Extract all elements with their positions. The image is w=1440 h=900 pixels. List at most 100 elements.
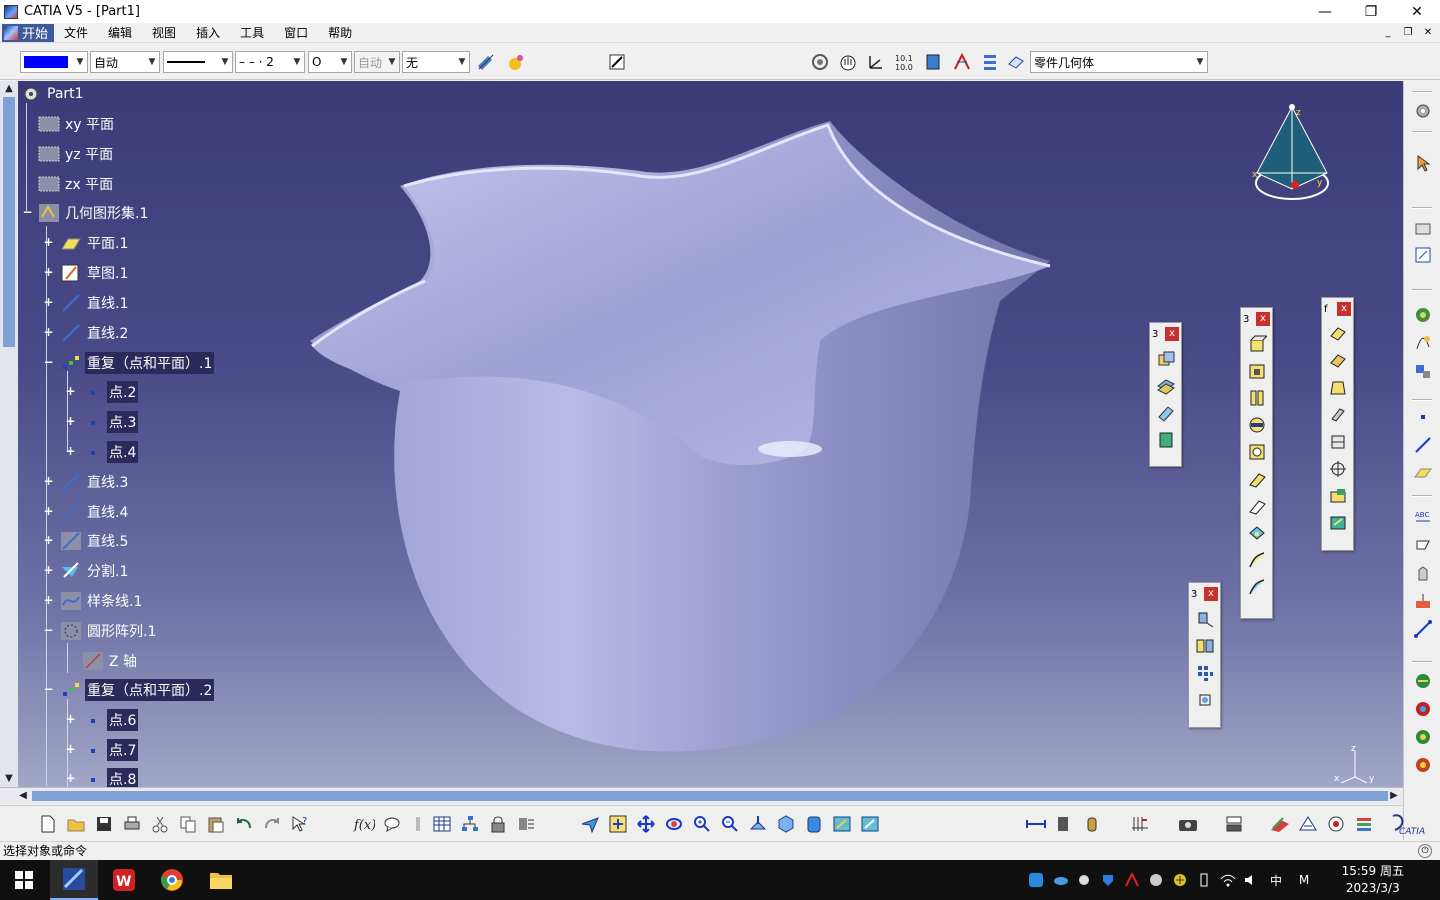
tree-item[interactable]: + 直线.5	[43, 530, 130, 552]
tray-app-icon[interactable]	[1027, 872, 1045, 888]
measure-inertia-icon[interactable]	[1080, 812, 1104, 836]
tree-item[interactable]: Z 轴	[82, 650, 139, 672]
slot-icon[interactable]	[1244, 493, 1270, 519]
knowledge-icon[interactable]	[1410, 303, 1436, 327]
start-menu[interactable]: 开始	[2, 23, 55, 42]
tree-item[interactable]: − 圆形阵列.1	[43, 620, 158, 642]
tree-item[interactable]: yz 平面	[38, 143, 115, 165]
expand-icon[interactable]: +	[43, 296, 54, 308]
rib-icon[interactable]	[1244, 466, 1270, 492]
expand-icon[interactable]: +	[43, 236, 54, 248]
menu-view[interactable]: 视图	[142, 24, 186, 41]
onedrive-icon[interactable]	[1051, 872, 1069, 888]
tree-item[interactable]: − 重复（点和平面）.2	[43, 679, 215, 701]
plane-tool-icon[interactable]	[1410, 461, 1436, 485]
fly-mode-icon[interactable]	[808, 50, 832, 74]
new-document-icon[interactable]	[36, 812, 60, 836]
comment-icon[interactable]	[380, 812, 404, 836]
taskbar-chrome-app[interactable]	[148, 860, 196, 900]
collapse-icon[interactable]: −	[43, 624, 54, 636]
thread-icon[interactable]	[1325, 456, 1351, 482]
normal-view-icon[interactable]	[746, 812, 770, 836]
tree-item[interactable]: − 重复（点和平面）.1	[43, 352, 215, 374]
wifi-icon[interactable]	[1219, 872, 1237, 888]
tree-vertical-scrollbar[interactable]: ▲ ▼	[0, 81, 18, 787]
annotation-icon[interactable]: ABC	[1410, 505, 1436, 529]
menu-insert[interactable]: 插入	[186, 24, 230, 41]
body-select[interactable]: 零件几何体 ▼	[1030, 51, 1208, 73]
paste-icon[interactable]	[204, 812, 228, 836]
surface-fill-icon[interactable]	[1153, 427, 1179, 453]
hole-icon[interactable]	[1244, 439, 1270, 465]
tree-item[interactable]: + 直线.1	[43, 292, 130, 314]
catalog-browser-icon[interactable]	[1222, 812, 1246, 836]
tree-item[interactable]: + 直线.2	[43, 322, 130, 344]
tree-item[interactable]: + 点.7	[65, 739, 139, 761]
law-icon[interactable]	[1410, 359, 1436, 383]
taskbar-wps-app[interactable]: W	[100, 860, 148, 900]
expand-icon[interactable]: +	[65, 772, 76, 784]
menu-help[interactable]: 帮助	[318, 24, 362, 41]
save-icon[interactable]	[92, 812, 116, 836]
expand-icon[interactable]: +	[43, 505, 54, 517]
scroll-right-arrow-icon[interactable]: ▶	[1387, 789, 1401, 803]
expand-icon[interactable]: +	[43, 594, 54, 606]
scene-icon[interactable]	[1296, 812, 1320, 836]
list-icon[interactable]	[978, 50, 1002, 74]
groove-icon[interactable]	[1244, 412, 1270, 438]
expand-icon[interactable]: +	[43, 564, 54, 576]
tree-item[interactable]: + 点.3	[65, 411, 139, 433]
copy-icon[interactable]	[176, 812, 200, 836]
translate-icon[interactable]	[1192, 606, 1218, 632]
analysis-wall-icon[interactable]	[1410, 753, 1436, 777]
expand-icon[interactable]: +	[65, 385, 76, 397]
transparency-select[interactable]: 自动 ▼	[90, 51, 160, 73]
flag-note-icon[interactable]	[1410, 533, 1436, 557]
tree-item[interactable]: + 点.8	[65, 768, 139, 787]
measure-between-tool-icon[interactable]	[1024, 812, 1048, 836]
sketcher-icon[interactable]	[606, 50, 630, 74]
doc-close-button[interactable]: ✕	[1420, 25, 1436, 39]
tree-item[interactable]: + 直线.3	[43, 471, 130, 493]
pocket-icon[interactable]	[1244, 358, 1270, 384]
constraint-icon[interactable]	[950, 50, 974, 74]
layer-select[interactable]: 无 ▼	[402, 51, 470, 73]
surface-extrude-icon[interactable]	[1153, 346, 1179, 372]
linetype-select[interactable]: ▼	[163, 51, 233, 73]
shading-icon[interactable]	[802, 812, 826, 836]
menu-file[interactable]: 文件	[54, 24, 98, 41]
replace-face-icon[interactable]	[1325, 510, 1351, 536]
rotate-icon[interactable]	[662, 812, 686, 836]
point-tool-icon[interactable]	[1410, 405, 1436, 429]
expand-icon[interactable]: +	[65, 713, 76, 725]
graphic-properties-icon[interactable]	[504, 50, 528, 74]
tree-item[interactable]: + 点.6	[65, 709, 139, 731]
apply-material-tool-icon[interactable]	[1268, 812, 1292, 836]
doc-minimize-button[interactable]: _	[1380, 25, 1396, 39]
zoom-out-icon[interactable]	[718, 812, 742, 836]
menu-edit[interactable]: 编辑	[98, 24, 142, 41]
color-select[interactable]: ▼	[20, 51, 88, 73]
tree-item[interactable]: zx 平面	[38, 173, 115, 195]
cut-icon[interactable]	[148, 812, 172, 836]
mirror-icon[interactable]	[1192, 633, 1218, 659]
analysis-thickness-icon[interactable]	[1410, 725, 1436, 749]
expand-icon[interactable]: +	[43, 475, 54, 487]
restore-button[interactable]: ❐	[1348, 0, 1394, 23]
analysis-curvature-icon[interactable]	[1410, 697, 1436, 721]
menu-window[interactable]: 窗口	[274, 24, 318, 41]
tree-item[interactable]: + 分割.1	[43, 560, 130, 582]
ime-mode-indicator[interactable]: M	[1295, 872, 1313, 888]
scroll-up-arrow-icon[interactable]: ▲	[3, 83, 15, 95]
loft-icon[interactable]	[1244, 547, 1270, 573]
formula-fx-icon[interactable]: f(x)	[352, 812, 376, 836]
swap-space-icon[interactable]	[858, 812, 882, 836]
surface-offset-icon[interactable]	[1153, 373, 1179, 399]
graph-tree-icon[interactable]	[458, 812, 482, 836]
sketch-face-icon[interactable]	[1410, 217, 1436, 241]
expand-icon[interactable]: +	[43, 326, 54, 338]
linestyle-select[interactable]: – – · 2 ▼	[235, 51, 305, 73]
instantiate-icon[interactable]	[514, 812, 538, 836]
positioned-sketch-icon[interactable]	[1410, 243, 1436, 267]
zoom-in-icon[interactable]	[690, 812, 714, 836]
